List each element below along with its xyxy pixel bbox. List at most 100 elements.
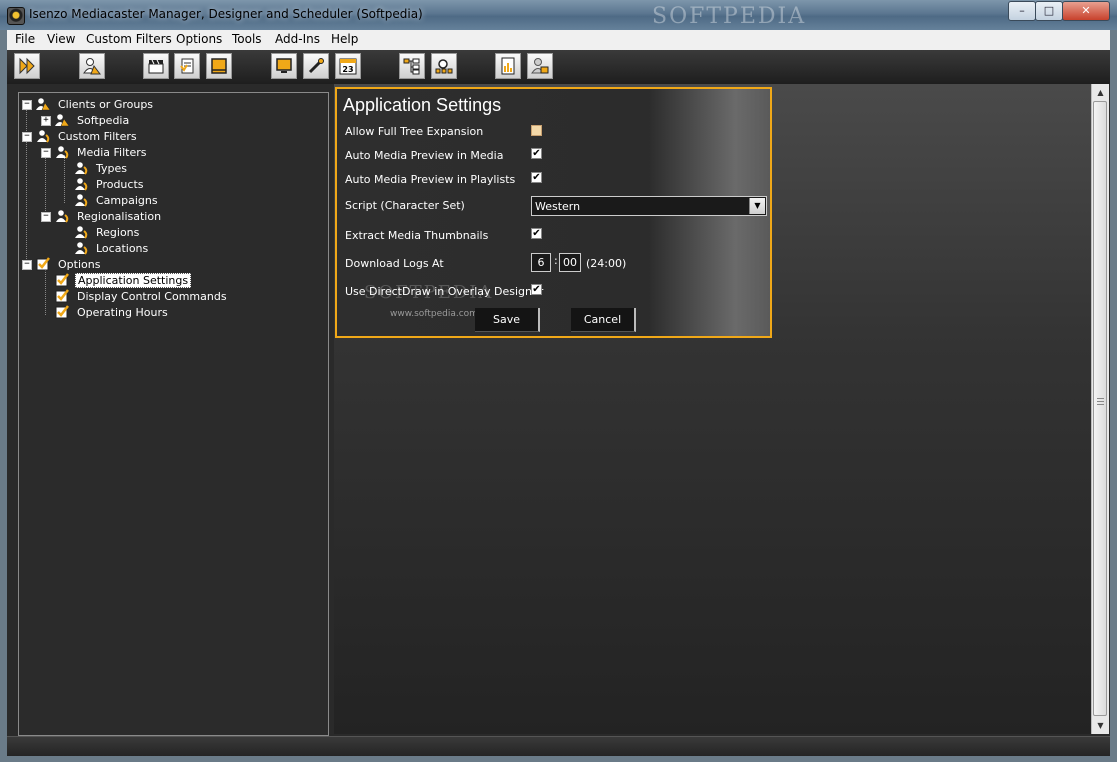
tree-label: Softpedia bbox=[77, 114, 130, 127]
download-hour-input[interactable]: 6 bbox=[531, 253, 551, 272]
clapperboard-icon bbox=[148, 59, 164, 74]
window-title: Isenzo Mediacaster Manager, Designer and… bbox=[29, 7, 423, 21]
time-separator: : bbox=[554, 254, 558, 267]
search-tree-icon bbox=[435, 59, 453, 74]
use-directdraw-label: Use DirectDraw in Overlay Designer bbox=[345, 285, 544, 298]
save-button[interactable]: Save bbox=[475, 308, 540, 332]
main-toolbar: 23 bbox=[7, 50, 1110, 84]
close-button[interactable]: ✕ bbox=[1062, 1, 1110, 21]
tree-label: Regions bbox=[96, 226, 140, 239]
checklist-icon bbox=[55, 305, 69, 319]
schedule-button[interactable]: 23 bbox=[335, 53, 361, 79]
script-character-set-label: Script (Character Set) bbox=[345, 199, 465, 212]
tree-button[interactable] bbox=[399, 53, 425, 79]
scroll-up-button[interactable]: ▲ bbox=[1092, 84, 1109, 101]
status-bar bbox=[7, 736, 1110, 756]
display-button[interactable] bbox=[271, 53, 297, 79]
tools-button[interactable] bbox=[303, 53, 329, 79]
play-forward-button[interactable] bbox=[14, 53, 40, 79]
filter-user-icon bbox=[75, 242, 88, 255]
playlist-button[interactable] bbox=[174, 53, 200, 79]
softpedia-url-watermark: www.softpedia.com bbox=[390, 309, 478, 319]
collapse-toggle[interactable]: − bbox=[22, 100, 32, 110]
app-frame: File View Custom Filters Options Tools A… bbox=[7, 30, 1110, 756]
tree-connector bbox=[45, 267, 46, 315]
tree-label: Options bbox=[58, 258, 101, 271]
user-icon bbox=[83, 58, 101, 75]
script-character-set-select[interactable]: Western ▼ bbox=[531, 196, 767, 216]
calendar-day-label: 23 bbox=[342, 65, 353, 74]
download-minute-input[interactable]: 00 bbox=[559, 253, 581, 272]
checklist-icon bbox=[36, 257, 50, 271]
thumb-grip bbox=[1097, 404, 1104, 405]
download-logs-at-label: Download Logs At bbox=[345, 257, 444, 270]
chevron-down-icon[interactable]: ▼ bbox=[749, 198, 765, 214]
user-group-icon bbox=[36, 98, 50, 111]
tree-label: Campaigns bbox=[96, 194, 158, 207]
auto-preview-playlists-label: Auto Media Preview in Playlists bbox=[345, 173, 516, 186]
menu-help[interactable]: Help bbox=[331, 32, 358, 46]
script-selected-value: Western bbox=[535, 200, 581, 213]
menu-custom-filters[interactable]: Custom Filters bbox=[86, 32, 172, 46]
tree-label: Locations bbox=[96, 242, 149, 255]
tree-label: Media Filters bbox=[77, 146, 147, 159]
window-titlebar: Isenzo Mediacaster Manager, Designer and… bbox=[0, 0, 1117, 30]
scroll-thumb[interactable] bbox=[1093, 101, 1107, 716]
user-group-icon bbox=[55, 114, 69, 127]
expand-toggle[interactable]: + bbox=[41, 116, 51, 126]
tree-label: Types bbox=[96, 162, 127, 175]
report-icon bbox=[501, 57, 515, 75]
extract-thumbnails-checkbox[interactable]: ✔ bbox=[531, 228, 542, 239]
menu-tools[interactable]: Tools bbox=[232, 32, 262, 46]
user-lock-button[interactable] bbox=[527, 53, 553, 79]
navigation-tree: − Clients or Groups + Softpedia − Custom… bbox=[18, 92, 329, 736]
tree-connector bbox=[64, 155, 65, 203]
filter-user-icon bbox=[75, 178, 88, 191]
menu-add-ins[interactable]: Add-Ins bbox=[275, 32, 320, 46]
menu-options[interactable]: Options bbox=[176, 32, 222, 46]
vertical-scrollbar[interactable]: ▲ ▼ bbox=[1091, 84, 1109, 734]
filter-user-icon bbox=[56, 146, 69, 159]
thumb-grip bbox=[1097, 398, 1104, 399]
monitor-icon bbox=[276, 58, 292, 73]
calendar-icon: 23 bbox=[339, 58, 357, 75]
user-lock-icon bbox=[531, 58, 549, 74]
checklist-icon bbox=[55, 289, 69, 303]
settings-title: Application Settings bbox=[343, 95, 502, 115]
scroll-down-button[interactable]: ▼ bbox=[1092, 717, 1109, 734]
play-forward-icon bbox=[19, 57, 35, 75]
report-button[interactable] bbox=[495, 53, 521, 79]
auto-preview-playlists-checkbox[interactable]: ✔ bbox=[531, 172, 542, 183]
media-button[interactable] bbox=[143, 53, 169, 79]
collapse-toggle[interactable]: − bbox=[41, 212, 51, 222]
menu-view[interactable]: View bbox=[47, 32, 75, 46]
tree-label: Operating Hours bbox=[77, 306, 168, 319]
softpedia-watermark: SOFTPEDIA bbox=[652, 4, 807, 29]
extract-thumbnails-label: Extract Media Thumbnails bbox=[345, 229, 489, 242]
collapse-toggle[interactable]: − bbox=[22, 260, 32, 270]
users-button[interactable] bbox=[79, 53, 105, 79]
time-format-hint: (24:00) bbox=[586, 257, 627, 270]
menu-bar: File View Custom Filters Options Tools A… bbox=[7, 30, 1110, 51]
checklist-icon bbox=[55, 273, 69, 287]
maximize-button[interactable]: □ bbox=[1035, 1, 1063, 21]
collapse-toggle[interactable]: − bbox=[41, 148, 51, 158]
tree-label: Regionalisation bbox=[77, 210, 162, 223]
filter-user-icon bbox=[75, 162, 88, 175]
app-logo-icon bbox=[7, 7, 25, 25]
layout-button[interactable] bbox=[206, 53, 232, 79]
minimize-button[interactable]: – bbox=[1008, 1, 1036, 21]
use-directdraw-checkbox[interactable]: ✔ bbox=[531, 284, 542, 295]
cancel-button[interactable]: Cancel bbox=[571, 308, 636, 332]
tree-label: Products bbox=[96, 178, 144, 191]
search-tree-button[interactable] bbox=[431, 53, 457, 79]
filter-user-icon bbox=[75, 194, 88, 207]
collapse-toggle[interactable]: − bbox=[22, 132, 32, 142]
tree-label: Application Settings bbox=[75, 273, 192, 288]
tree-connector bbox=[45, 155, 46, 219]
menu-file[interactable]: File bbox=[15, 32, 35, 46]
allow-full-tree-expansion-checkbox[interactable] bbox=[531, 125, 542, 136]
auto-preview-media-checkbox[interactable]: ✔ bbox=[531, 148, 542, 159]
tree-label: Custom Filters bbox=[58, 130, 137, 143]
allow-full-tree-expansion-label: Allow Full Tree Expansion bbox=[345, 125, 484, 138]
